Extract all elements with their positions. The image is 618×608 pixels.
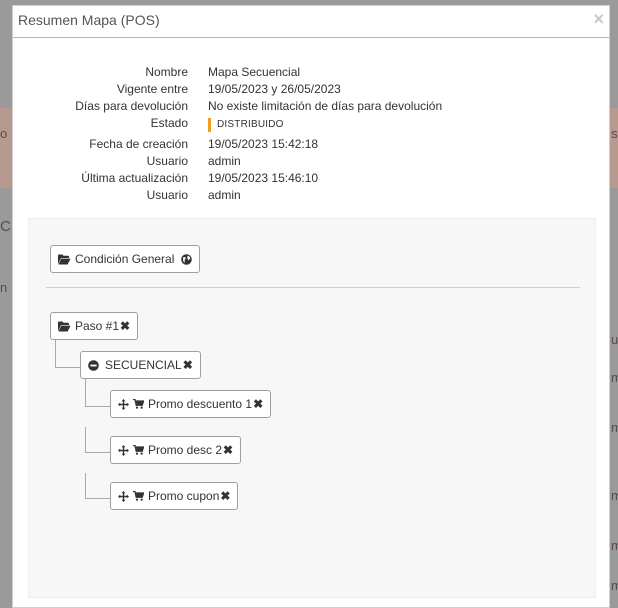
- node-label: Condición General: [75, 252, 175, 266]
- info-row-ultima: Última actualización 19/05/2023 15:46:10: [13, 170, 611, 187]
- tree-connector: [55, 340, 56, 368]
- info-value: admin: [208, 154, 241, 168]
- info-row-dias: Días para devolución No existe limitació…: [13, 98, 611, 115]
- promo-node[interactable]: Promo cupon ✖: [110, 482, 239, 510]
- folder-open-icon: [58, 254, 71, 265]
- background-text-fragment: s: [611, 126, 618, 141]
- background-text-fragment: o: [0, 126, 8, 141]
- node-label: Paso #1: [75, 319, 120, 333]
- summary-modal: Resumen Mapa (POS) × Nombre Mapa Secuenc…: [12, 5, 610, 608]
- info-label: Usuario: [146, 154, 188, 168]
- promo-node[interactable]: Promo descuento 1 ✖: [110, 390, 272, 418]
- shopping-cart-icon: [133, 445, 144, 455]
- shopping-cart-icon: [133, 399, 144, 409]
- info-row-usuario-creacion: Usuario admin: [13, 153, 611, 170]
- tree-connector: [85, 473, 86, 499]
- folder-open-icon: [58, 321, 71, 332]
- info-row-nombre: Nombre Mapa Secuencial: [13, 64, 611, 81]
- move-icon[interactable]: [118, 490, 129, 502]
- move-icon[interactable]: [118, 444, 129, 456]
- background-text-fragment: n: [0, 280, 8, 295]
- tree-connector: [55, 367, 80, 368]
- shopping-cart-icon: [133, 491, 144, 501]
- tree-connector: [85, 379, 86, 406]
- background-text-fragment: m: [611, 538, 618, 553]
- tree-connector: [85, 406, 110, 407]
- map-info: Nombre Mapa Secuencial Vigente entre 19/…: [13, 64, 611, 204]
- info-label: Fecha de creación: [89, 137, 188, 151]
- remove-icon[interactable]: ✖: [223, 443, 233, 457]
- node-label: Promo cupon: [148, 489, 220, 503]
- info-label: Nombre: [145, 65, 188, 79]
- minus-circle-icon: [88, 359, 99, 371]
- divider: [46, 287, 580, 288]
- info-value: 19/05/2023 y 26/05/2023: [208, 82, 341, 96]
- background-text-fragment: u: [611, 332, 618, 347]
- info-value: admin: [208, 188, 241, 202]
- remove-icon[interactable]: ✖: [253, 397, 263, 411]
- condicion-general-node[interactable]: Condición General: [50, 245, 201, 273]
- info-value: Mapa Secuencial: [208, 65, 301, 79]
- background-text-fragment: m: [611, 578, 618, 593]
- info-row-fecha: Fecha de creación 19/05/2023 15:42:18: [13, 136, 611, 153]
- node-label: Promo desc 2: [148, 443, 223, 457]
- node-label: Promo descuento 1: [148, 397, 253, 411]
- remove-icon[interactable]: ✖: [183, 358, 193, 372]
- promo-node[interactable]: Promo desc 2 ✖: [110, 436, 242, 464]
- remove-icon[interactable]: ✖: [120, 319, 130, 333]
- info-row-vigente: Vigente entre 19/05/2023 y 26/05/2023: [13, 81, 611, 98]
- node-label: SECUENCIAL: [105, 358, 182, 372]
- background-text-fragment: m: [611, 370, 618, 385]
- background-text-fragment: m: [611, 488, 618, 503]
- tree-connector: [85, 498, 110, 499]
- close-icon[interactable]: ×: [593, 10, 604, 28]
- tree-connector: [85, 452, 110, 453]
- info-row-estado: Estado DISTRIBUIDO: [13, 115, 611, 136]
- info-label: Última actualización: [81, 171, 188, 185]
- background-text-fragment: m: [611, 420, 618, 435]
- info-label: Estado: [150, 116, 188, 130]
- move-icon[interactable]: [118, 398, 129, 410]
- tree-connector: [85, 427, 86, 453]
- modal-header: Resumen Mapa (POS) ×: [13, 6, 609, 38]
- remove-icon[interactable]: ✖: [220, 489, 230, 503]
- modal-title: Resumen Mapa (POS): [18, 12, 160, 28]
- info-label: Vigente entre: [116, 82, 188, 96]
- info-label: Usuario: [146, 188, 188, 202]
- secuencial-node[interactable]: SECUENCIAL ✖: [80, 351, 201, 379]
- info-value: 19/05/2023 15:42:18: [208, 137, 319, 151]
- globe-icon: [181, 253, 193, 265]
- info-row-usuario-actualizacion: Usuario admin: [13, 187, 611, 204]
- paso-node[interactable]: Paso #1 ✖: [50, 312, 139, 340]
- status-badge: DISTRIBUIDO: [208, 118, 284, 132]
- info-value: DISTRIBUIDO: [208, 115, 284, 132]
- info-label: Días para devolución: [75, 99, 188, 113]
- map-tree-panel: Condición General Paso #1 ✖ SECUENCIAL ✖: [28, 218, 596, 598]
- info-value: 19/05/2023 15:46:10: [208, 171, 319, 185]
- info-value: No existe limitación de días para devolu…: [208, 99, 443, 113]
